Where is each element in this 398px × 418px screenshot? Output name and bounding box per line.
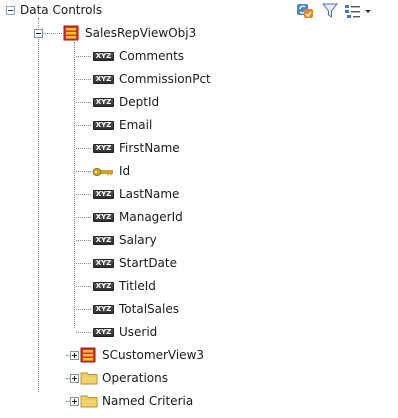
tree-connector: [76, 332, 91, 333]
attribute-label: Id: [119, 164, 131, 178]
tree-connector: [76, 263, 91, 264]
tree-node-label: SCustomerView3: [102, 348, 205, 362]
tree-connector: [76, 286, 91, 287]
refresh-icon[interactable]: [296, 2, 314, 19]
attribute-icon: XYZ: [93, 52, 114, 61]
attribute-icon: XYZ: [93, 236, 114, 245]
attribute-icon: XYZ: [93, 259, 114, 268]
attribute-row-comments[interactable]: XYZ Comments: [0, 45, 398, 68]
panel-title: Data Controls: [20, 3, 103, 17]
data-controls-header: Data Controls: [0, 0, 398, 22]
attribute-row-lastname[interactable]: XYZ LastName: [0, 183, 398, 206]
attribute-icon: XYZ: [93, 144, 114, 153]
data-controls-tree: SalesRepViewObj3 XYZ Comments XYZ Commis…: [0, 18, 398, 418]
attribute-row-totalsales[interactable]: XYZ TotalSales: [0, 298, 398, 321]
attribute-row-titleid[interactable]: XYZ TitleId: [0, 275, 398, 298]
attribute-icon: XYZ: [93, 121, 114, 130]
attribute-label: ManagerId: [119, 210, 183, 224]
attribute-icon: XYZ: [93, 98, 114, 107]
attribute-row-commissionpct[interactable]: XYZ CommissionPct: [0, 68, 398, 91]
expand-toggle[interactable]: [70, 351, 79, 360]
tree-connector: [76, 148, 91, 149]
tree-node-salesrepviewobj3[interactable]: SalesRepViewObj3: [0, 22, 398, 45]
tree-connector: [76, 125, 91, 126]
attribute-label: Comments: [119, 49, 185, 63]
attribute-label: DeptId: [119, 95, 160, 109]
tree-node-label: Named Criteria: [102, 394, 194, 408]
tree-connector: [76, 194, 91, 195]
attribute-row-salary[interactable]: XYZ Salary: [0, 229, 398, 252]
tree-connector: [76, 309, 91, 310]
attribute-icon: XYZ: [93, 190, 114, 199]
tree-node-scustomerview3[interactable]: SCustomerView3: [0, 344, 398, 367]
tree-node-label: SalesRepViewObj3: [85, 26, 197, 40]
attribute-label: Email: [119, 118, 153, 132]
tree-node-label: Operations: [102, 371, 168, 385]
tree-connector: [76, 79, 91, 80]
attribute-icon: XYZ: [93, 213, 114, 222]
tree-connector: [76, 56, 91, 57]
folder-icon: [80, 372, 98, 385]
attribute-icon: XYZ: [93, 75, 114, 84]
collection-icon: [80, 347, 96, 363]
attribute-row-firstname[interactable]: XYZ FirstName: [0, 137, 398, 160]
attribute-icon: XYZ: [93, 305, 114, 314]
attribute-label: TitleId: [119, 279, 156, 293]
attribute-label: FirstName: [119, 141, 180, 155]
tree-connector: [76, 217, 91, 218]
attribute-row-userid[interactable]: XYZ Userid: [0, 321, 398, 344]
expand-toggle[interactable]: [70, 374, 79, 383]
collection-icon: [63, 25, 79, 41]
expand-toggle[interactable]: [70, 397, 79, 406]
attribute-icon: XYZ: [93, 282, 114, 291]
panel-collapse-toggle[interactable]: [6, 6, 15, 15]
attribute-row-startdate[interactable]: XYZ StartDate: [0, 252, 398, 275]
attribute-label: TotalSales: [119, 302, 179, 316]
attribute-label: Salary: [119, 233, 157, 247]
attribute-label: Userid: [119, 325, 158, 339]
attribute-row-deptid[interactable]: XYZ DeptId: [0, 91, 398, 114]
tree-connector: [76, 102, 91, 103]
tree-connector: [76, 240, 91, 241]
attribute-row-managerid[interactable]: XYZ ManagerId: [0, 206, 398, 229]
tree-node-named-criteria[interactable]: Named Criteria: [0, 390, 398, 413]
collapse-toggle[interactable]: [34, 29, 43, 38]
tree-node-operations[interactable]: Operations: [0, 367, 398, 390]
view-options-icon[interactable]: [343, 2, 373, 19]
tree-connector: [40, 33, 62, 34]
attribute-label: StartDate: [119, 256, 177, 270]
attribute-row-email[interactable]: XYZ Email: [0, 114, 398, 137]
folder-icon: [80, 395, 98, 408]
attribute-icon: XYZ: [93, 328, 114, 337]
attribute-label: LastName: [119, 187, 180, 201]
attribute-label: CommissionPct: [119, 72, 211, 86]
filter-icon[interactable]: [322, 2, 338, 19]
attribute-row-id[interactable]: Id: [0, 160, 398, 183]
key-icon: [92, 168, 113, 176]
tree-connector: [76, 171, 91, 172]
